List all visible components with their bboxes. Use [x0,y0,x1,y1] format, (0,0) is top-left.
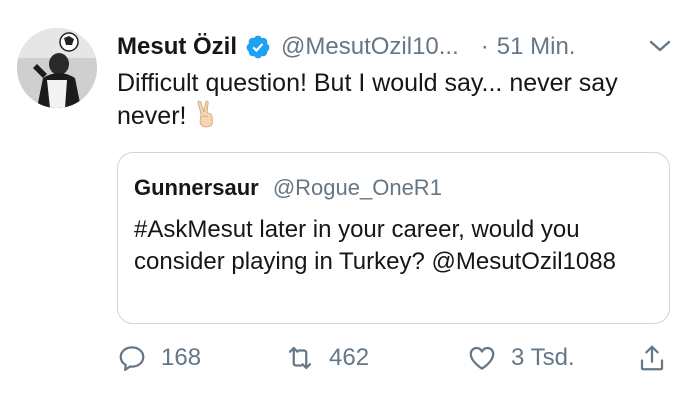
like-icon [469,346,495,370]
retweet-count: 462 [329,344,370,371]
verified-badge-icon [246,35,270,59]
tweet-body: Difficult question! But I would say... n… [117,69,618,130]
share-button[interactable] [637,343,667,373]
reply-button[interactable]: 168 [117,343,201,373]
avatar[interactable] [17,28,97,108]
tweet-header: Mesut Özil @MesutOzil10... · 51 Min. [117,30,672,64]
tweet[interactable]: Mesut Özil @MesutOzil10... · 51 Min. Dif… [0,0,690,405]
reply-count: 168 [161,344,202,371]
retweet-icon [288,346,312,370]
quoted-author-handle: @Rogue_OneR1 [272,175,442,200]
quoted-tweet-header: Gunnersaur @Rogue_OneR1 [134,175,442,201]
separator-dot: · [480,33,489,60]
victory-hand-emoji [198,100,214,128]
author-handle[interactable]: @MesutOzil10... [281,33,459,61]
avatar-photo [17,28,97,108]
action-bar: 168 462 3 Tsd. [117,343,677,383]
quoted-tweet[interactable]: Gunnersaur @Rogue_OneR1 #AskMesut later … [117,152,670,324]
share-icon [640,345,664,371]
timestamp[interactable]: 51 Min. [497,33,576,61]
author-name[interactable]: Mesut Özil [117,33,237,61]
like-button[interactable]: 3 Tsd. [467,343,575,373]
retweet-button[interactable]: 462 [285,343,369,373]
reply-icon [119,346,145,371]
tweet-text: Difficult question! But I would say... n… [117,67,677,133]
chevron-down-icon[interactable] [648,38,672,54]
like-count: 3 Tsd. [511,344,575,371]
quoted-tweet-text: #AskMesut later in your career, would yo… [134,216,616,275]
quoted-author-name: Gunnersaur [134,175,259,200]
